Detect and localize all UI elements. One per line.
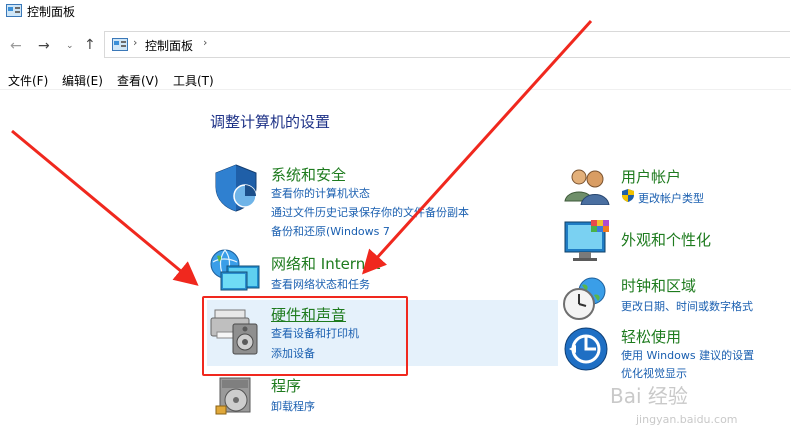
annotation-arrow-left [11,129,199,286]
annotation-arrow-right [361,19,593,275]
annotation-arrows [11,19,593,286]
